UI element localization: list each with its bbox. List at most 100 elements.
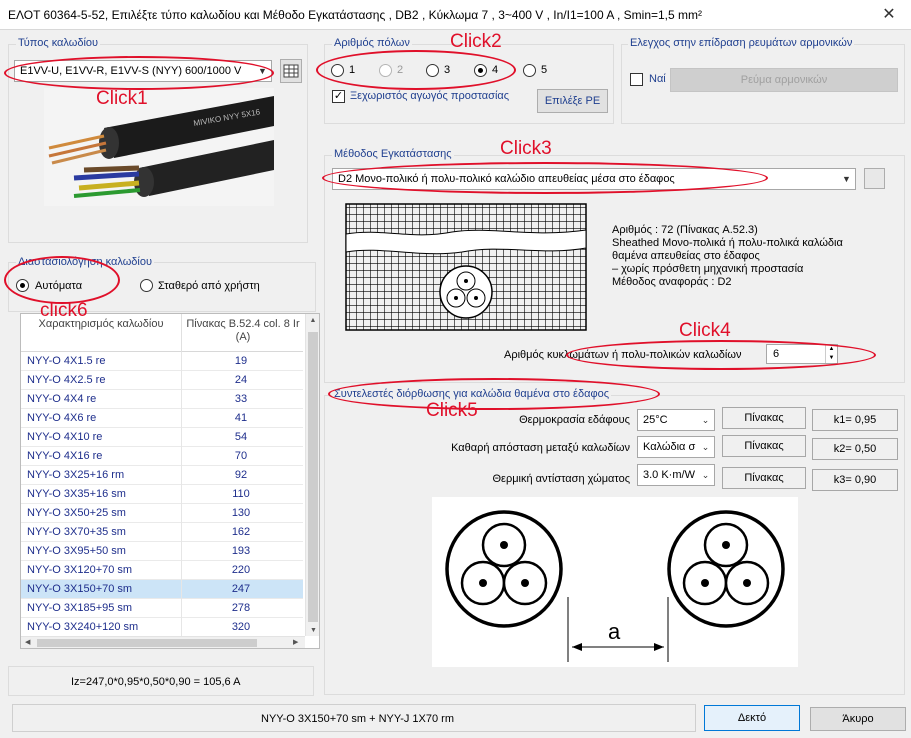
soil-temperature-table-button[interactable]: Πίνακας [722,407,806,429]
ir-value-cell: 130 [231,507,251,519]
ir-value-cell: 278 [231,602,251,614]
cable-type-select[interactable]: E1VV-U, E1VV-R, E1VV-S (NYY) 600/1000 V … [14,60,272,82]
harmonics-checkbox-label: Ναί [649,73,666,85]
table-row[interactable]: NYY-O 3X35+16 sm 110 [21,485,303,504]
soil-thermal-resistivity-select[interactable]: 3.0 K·m/W ⌄ [637,464,715,486]
ir-value-cell: 41 [234,412,248,424]
chevron-down-icon: ▼ [838,169,855,189]
ir-value-cell: 320 [231,621,251,633]
cable-spacing-value: Καλώδια σ [643,441,696,453]
ir-value-cell: 54 [234,431,248,443]
chevron-down-icon: ⌄ [697,437,714,457]
circuit-count-stepper[interactable]: 6 ▲ ▼ [766,344,838,364]
soil-temperature-select[interactable]: 25°C ⌄ [637,409,715,431]
install-method-select[interactable]: D2 Μονο-πολικό ή πολυ-πολικό καλώδιο απε… [332,168,856,190]
table-row[interactable]: NYY-O 3X120+70 sm 220 [21,561,303,580]
horizontal-scrollbar[interactable]: ◀ ▶ [21,636,305,648]
chevron-down-icon: ⌄ [697,410,714,430]
cable-name-cell: NYY-O 3X150+70 sm [27,583,133,595]
column-header-ir[interactable]: Πίνακας B.52.4 col. 8 Ir (A) [185,318,301,344]
ir-value-cell: 33 [234,393,248,405]
pole-radio-1[interactable] [331,64,344,77]
selected-cable-text: NYY-O 3X150+70 sm + NYY-J 1X70 rm [261,713,455,725]
ir-value-cell: 220 [231,564,251,576]
table-row[interactable]: NYY-O 4X1.5 re 19 [21,352,303,371]
table-row[interactable]: NYY-O 4X4 re 33 [21,390,303,409]
cable-name-cell: NYY-O 4X1.5 re [27,355,106,367]
spin-arrows-icon[interactable]: ▲ ▼ [825,345,837,363]
table-row[interactable]: NYY-O 3X70+35 sm 162 [21,523,303,542]
table-row[interactable]: NYY-O 4X6 re 41 [21,409,303,428]
install-method-value: D2 Μονο-πολικό ή πολυ-πολικό καλώδιο απε… [338,173,675,185]
window-title: ΕΛΟΤ 60364-5-52, Επιλέξτε τύπο καλωδίου … [8,8,703,22]
pe-checkbox-label: Ξεχωριστός αγωγός προστασίας [350,90,510,102]
select-pe-button[interactable]: Επιλέξε PE [537,89,608,113]
spacing-label-a: a [608,619,621,644]
cable-name-cell: NYY-O 3X185+95 sm [27,602,133,614]
scrollbar-thumb[interactable] [308,332,318,622]
table-body: NYY-O 4X1.5 re 19 NYY-O 4X2.5 re 24 NYY-O 4X… [21,352,303,637]
soil-installation-diagram [345,203,587,331]
ir-value-cell: 92 [234,469,248,481]
vertical-scrollbar[interactable]: ▲ ▼ [305,314,319,636]
hscrollbar-thumb[interactable] [37,639,257,647]
cable-name-cell: NYY-O 4X6 re [27,412,97,424]
annotation-label-4: Click4 [679,320,731,341]
pole-radio-5[interactable] [523,64,536,77]
cable-spacing-table-button[interactable]: Πίνακας [722,435,806,457]
close-icon[interactable]: ✕ [867,0,911,30]
table-row[interactable]: NYY-O 3X25+16 rm 92 [21,466,303,485]
pole-radio-4[interactable] [474,64,487,77]
table-icon [283,64,299,78]
table-row[interactable]: NYY-O 4X16 re 70 [21,447,303,466]
desc-line: Αριθμός : 72 (Πίνακας A.52.3) [612,224,758,236]
pole-label-3: 3 [444,64,451,76]
soil-temperature-value: 25°C [643,414,668,426]
sizing-auto-radio[interactable] [16,279,29,292]
cable-name-cell: NYY-O 4X4 re [27,393,97,405]
table-row[interactable]: NYY-O 3X240+120 sm 320 [21,618,303,637]
table-row[interactable]: NYY-O 4X10 re 54 [21,428,303,447]
cable-database-button[interactable] [280,59,302,83]
table-row[interactable]: NYY-O 3X150+70 sm 247 [21,580,303,599]
pole-label-5: 5 [541,64,548,76]
cable-table: Χαρακτηρισμός καλωδίου Πίνακας B.52.4 co… [20,313,320,649]
scroll-up-icon[interactable]: ▲ [306,317,319,324]
ir-value-cell: 247 [231,583,251,595]
cancel-button[interactable]: Άκυρο [810,707,906,731]
scroll-right-icon[interactable]: ▶ [293,638,298,646]
soil-thermal-resistivity-table-button[interactable]: Πίνακας [722,467,806,489]
sizing-fixed-radio[interactable] [140,279,153,292]
cable-spacing-select[interactable]: Καλώδια σ ⌄ [637,436,715,458]
title-bar: ΕΛΟΤ 60364-5-52, Επιλέξτε τύπο καλωδίου … [0,0,911,30]
install-method-label: Μέθοδος Εγκατάστασης [332,148,454,160]
ir-value-cell: 193 [231,545,251,557]
pole-radio-2[interactable] [379,64,392,77]
table-row[interactable]: NYY-O 3X50+25 sm 130 [21,504,303,523]
cable-spacing-diagram: a [432,497,798,667]
ir-value-cell: 19 [234,355,248,367]
table-row[interactable]: NYY-O 4X2.5 re 24 [21,371,303,390]
table-row[interactable]: NYY-O 3X185+95 sm 278 [21,599,303,618]
annotation-label-3: Click3 [500,138,552,159]
scroll-left-icon[interactable]: ◀ [25,638,30,646]
soil-thermal-resistivity-value: 3.0 K·m/W [643,469,695,481]
scroll-down-icon[interactable]: ▼ [306,627,319,634]
harmonics-checkbox[interactable] [630,73,643,86]
iz-formula: Iz=247,0*0,95*0,50*0,90 = 105,6 A [71,676,241,688]
pe-checkbox[interactable]: ✓ [332,90,345,103]
table-row[interactable]: NYY-O 3X95+50 sm 193 [21,542,303,561]
selected-cable-status: NYY-O 3X150+70 sm + NYY-J 1X70 rm [12,704,696,732]
pole-radio-3[interactable] [426,64,439,77]
cable-name-cell: NYY-O 3X120+70 sm [27,564,133,576]
harmonic-current-button[interactable]: Ρεύμα αρμονικών [670,68,898,92]
annotation-label-5: Click5 [426,400,478,421]
annotation-label-1: Click1 [96,88,148,109]
accept-button[interactable]: Δεκτό [704,705,800,731]
annotation-label-2: Click2 [450,31,502,52]
install-method-extra-button[interactable] [864,168,885,189]
pole-label-2: 2 [397,64,404,76]
correction-factors-label: Συντελεστές διόρθωσης για καλώδια θαμένα… [332,388,611,400]
cable-spacing-label: Καθαρή απόσταση μεταξύ καλωδίων [451,442,630,454]
soil-thermal-resistivity-label: Θερμική αντίσταση χώματος [492,473,631,485]
